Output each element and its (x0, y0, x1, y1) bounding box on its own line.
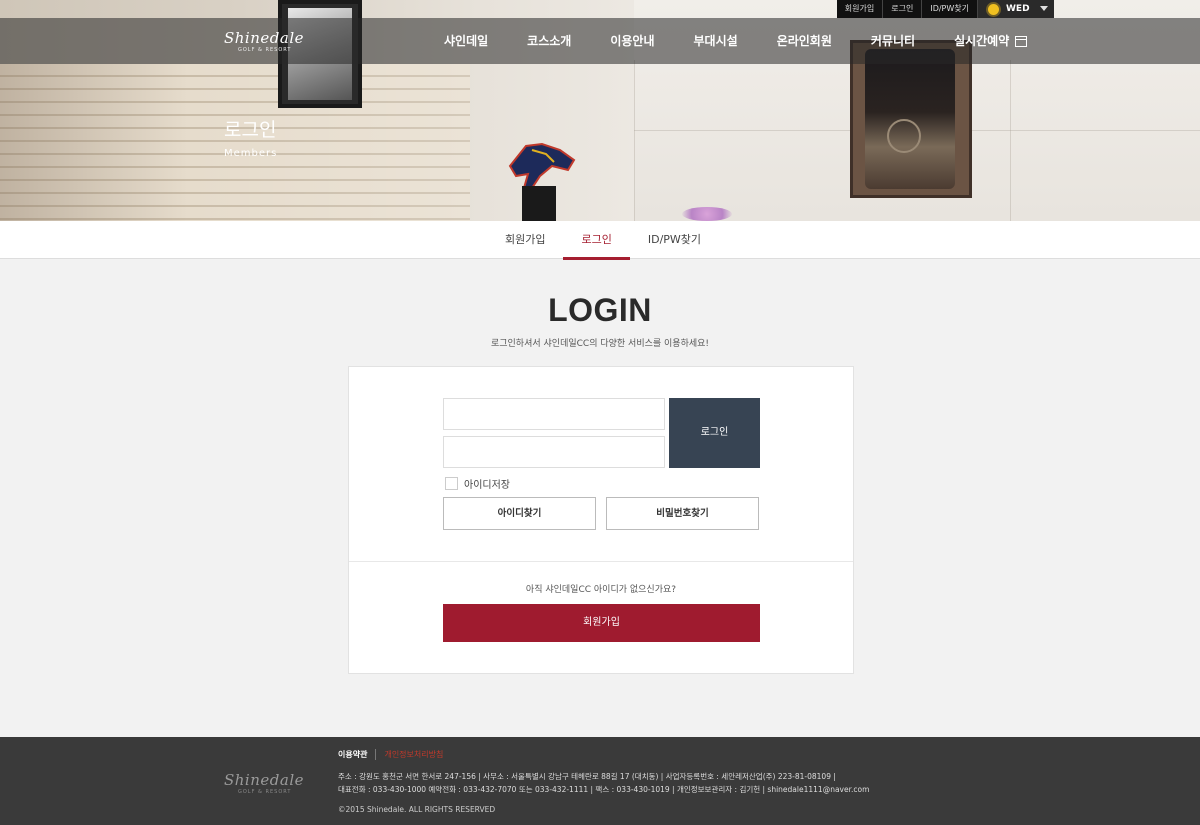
find-password-button[interactable]: 비밀번호찾기 (606, 497, 759, 530)
login-button[interactable]: 로그인 (669, 398, 760, 468)
page-title: 로그인 (224, 119, 277, 141)
footer: Shinedale GOLF & RESORT 이용약관 개인정보처리방침 주소… (0, 737, 1200, 825)
hero-banner: Shinedale GOLF & RESORT 샤인데일 코스소개 이용안내 부… (0, 0, 1200, 221)
nav-item-reservation[interactable]: 실시간예약 (940, 18, 1041, 64)
utility-bar: 회원가입 로그인 ID/PW찾기 (836, 0, 978, 18)
join-button[interactable]: 회원가입 (443, 604, 760, 642)
save-id-row[interactable]: 아이디저장 (445, 476, 510, 491)
no-account-text: 아직 샤인데일CC 아이디가 없으신가요? (525, 585, 677, 595)
calendar-icon (1015, 35, 1028, 47)
footer-logo-text: Shinedale (224, 771, 304, 789)
orchid-flowers (682, 207, 732, 221)
footer-logo: Shinedale GOLF & RESORT (224, 771, 304, 795)
footer-logo-subtext: GOLF & RESORT (238, 789, 292, 795)
wall-seam (634, 60, 635, 221)
nav-item-shinedale[interactable]: 샤인데일 (430, 18, 502, 64)
footer-company-info: 주소 : 강원도 홍천군 서면 한서로 247-156 | 사무소 : 서울특별… (338, 771, 869, 796)
nav-item-facilities[interactable]: 부대시설 (680, 18, 752, 64)
main-navbar: Shinedale GOLF & RESORT 샤인데일 코스소개 이용안내 부… (0, 18, 1200, 64)
id-input[interactable] (443, 398, 665, 430)
sub-tabs: 회원가입 로그인 ID/PW찾기 (487, 221, 719, 260)
nav-item-guide[interactable]: 이용안내 (596, 18, 668, 64)
sculpture-pedestal (522, 186, 556, 221)
logo-subtext: GOLF & RESORT (238, 47, 292, 53)
footer-terms-link[interactable]: 이용약관 (338, 749, 377, 760)
tab-login[interactable]: 로그인 (563, 221, 631, 260)
logo-text: Shinedale (224, 29, 304, 47)
login-description: 로그인하셔서 샤인데일CC의 다양한 서비스를 이용하세요! (490, 339, 710, 349)
nav-item-community[interactable]: 커뮤니티 (857, 18, 929, 64)
login-card: 로그인 아이디저장 아이디찾기 비밀번호찾기 아직 샤인데일CC 아이디가 없으… (348, 366, 854, 674)
horse-sculpture (508, 142, 576, 188)
footer-links: 이용약관 개인정보처리방침 (338, 749, 443, 760)
find-id-button[interactable]: 아이디찾기 (443, 497, 596, 530)
footer-info-line-2: 대표전화 : 033-430-1000 예약전화 : 033-432-7070 … (338, 784, 870, 794)
save-id-label[interactable]: 아이디저장 (464, 476, 510, 491)
sub-tab-bar: 회원가입 로그인 ID/PW찾기 (0, 221, 1200, 260)
util-link-join[interactable]: 회원가입 (837, 0, 884, 18)
footer-privacy-link[interactable]: 개인정보처리방침 (376, 749, 443, 760)
nav-item-course[interactable]: 코스소개 (513, 18, 585, 64)
nav-reservation-label: 실시간예약 (954, 34, 1010, 48)
page-heading: 로그인 Members (224, 118, 277, 159)
card-divider (349, 561, 853, 562)
weather-day: WED (1006, 4, 1030, 14)
tab-find-id-pw[interactable]: ID/PW찾기 (630, 221, 719, 259)
sun-icon (988, 3, 999, 15)
nav-item-online-member[interactable]: 온라인회원 (763, 18, 846, 64)
weather-dropdown[interactable]: WED (978, 0, 1054, 18)
footer-copyright: ©2015 Shinedale. ALL RIGHTS RESERVED (338, 805, 496, 814)
footer-info-line-1: 주소 : 강원도 홍천군 서면 한서로 247-156 | 사무소 : 서울특별… (338, 772, 836, 781)
page-subtitle: Members (224, 148, 278, 159)
brand-logo[interactable]: Shinedale GOLF & RESORT (224, 29, 304, 57)
wall-seam (1010, 60, 1011, 221)
chevron-down-icon (1040, 6, 1048, 11)
util-link-login[interactable]: 로그인 (883, 0, 923, 18)
save-id-checkbox[interactable] (445, 477, 458, 490)
util-link-find[interactable]: ID/PW찾기 (922, 0, 978, 18)
password-input[interactable] (443, 436, 665, 468)
main-nav: 샤인데일 코스소개 이용안내 부대시설 온라인회원 커뮤니티 실시간예약 (430, 18, 1041, 64)
login-heading: LOGIN (548, 292, 652, 328)
tab-join[interactable]: 회원가입 (487, 221, 563, 259)
